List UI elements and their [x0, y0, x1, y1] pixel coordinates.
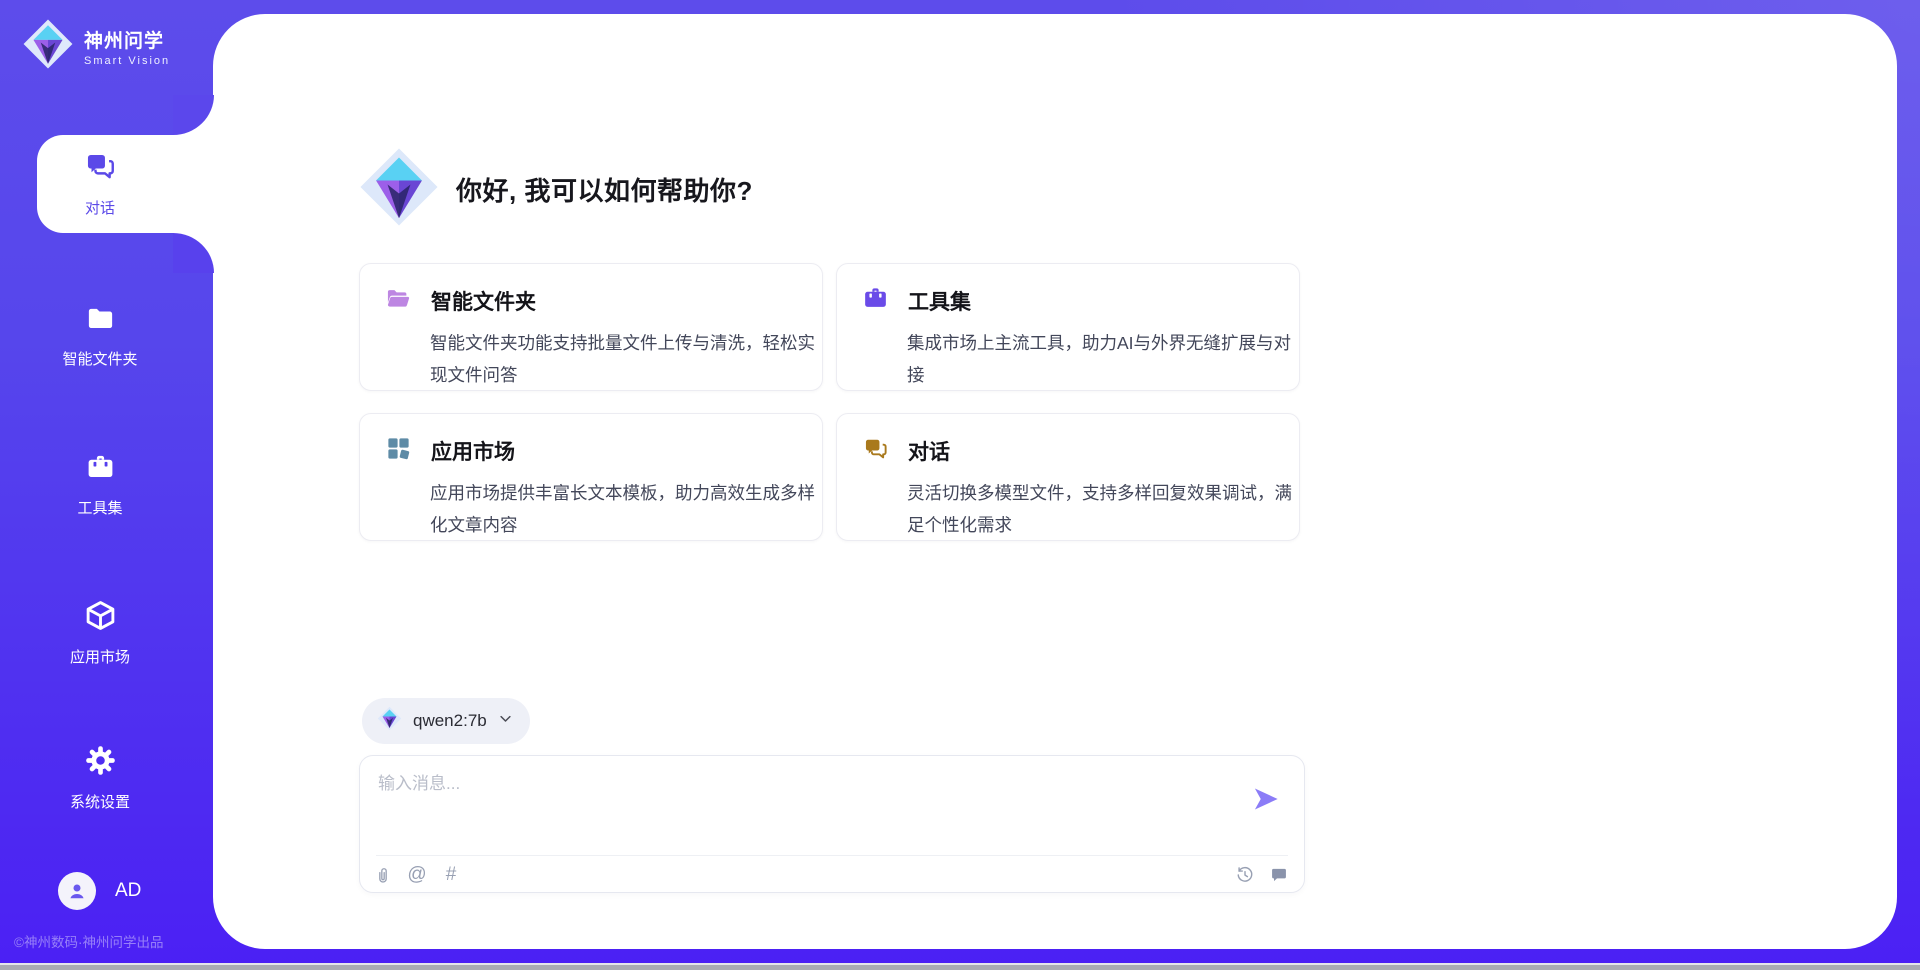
card-title: 对话	[908, 436, 950, 466]
brand: 神州问学 Smart Vision	[22, 18, 170, 75]
cube-icon	[84, 599, 117, 637]
at-icon[interactable]: @	[406, 864, 428, 886]
send-icon[interactable]	[1252, 785, 1280, 813]
card-app-market[interactable]: 应用市场 应用市场提供丰富长文本模板，助力高效生成多样化文章内容	[359, 413, 823, 541]
app-window: 神州问学 Smart Vision 对话 智能文件夹	[0, 0, 1920, 970]
sidebar-item-toolset[interactable]: 工具集	[38, 452, 162, 518]
card-description: 集成市场上主流工具，助力AI与外界无缝扩展与对接	[907, 327, 1303, 392]
brand-diamond-icon	[22, 18, 74, 75]
composer-toolbar: @ #	[372, 856, 1290, 893]
window-bottom-edge	[0, 963, 1920, 970]
sidebar-item-app-market[interactable]: 应用市场	[38, 599, 162, 667]
message-composer: @ #	[359, 755, 1305, 893]
model-name: qwen2:7b	[413, 711, 487, 731]
feature-cards: 智能文件夹 智能文件夹功能支持批量文件上传与清洗，轻松实现文件问答	[359, 263, 1300, 541]
sidebar-item-label: 应用市场	[70, 646, 130, 667]
chat-bubbles-icon	[83, 149, 117, 188]
sidebar-item-label: 对话	[85, 197, 115, 218]
sidebar-item-settings[interactable]: 系统设置	[38, 744, 162, 812]
hash-icon[interactable]: #	[440, 864, 462, 886]
card-chat[interactable]: 对话 灵活切换多模型文件，支持多样回复效果调试，满足个性化需求	[836, 413, 1300, 541]
history-icon[interactable]	[1234, 864, 1256, 886]
sidebar-item-smart-folder[interactable]: 智能文件夹	[38, 303, 162, 369]
user-avatar-icon	[58, 872, 96, 910]
paperclip-icon[interactable]	[372, 864, 394, 886]
folder-open-icon	[385, 285, 412, 317]
chevron-down-icon	[498, 711, 513, 731]
brand-subtitle: Smart Vision	[84, 55, 170, 67]
sidebar-item-label: 系统设置	[70, 791, 130, 812]
tab-fillet-top	[173, 95, 214, 135]
toolbox-icon	[85, 452, 116, 488]
card-title: 应用市场	[431, 436, 515, 466]
folder-icon	[85, 303, 116, 339]
card-description: 智能文件夹功能支持批量文件上传与清洗，轻松实现文件问答	[430, 327, 826, 392]
card-toolset[interactable]: 工具集 集成市场上主流工具，助力AI与外界无缝扩展与对接	[836, 263, 1300, 391]
greeting: 你好, 我可以如何帮助你?	[358, 146, 753, 233]
card-title: 智能文件夹	[431, 286, 536, 316]
brand-diamond-icon	[358, 146, 440, 233]
app-grid-icon	[385, 435, 412, 467]
sidebar-item-label: 工具集	[77, 497, 122, 518]
card-description: 应用市场提供丰富长文本模板，助力高效生成多样化文章内容	[430, 477, 826, 542]
tab-fillet-bottom	[173, 233, 214, 273]
user-name: AD	[115, 880, 141, 902]
comment-icon[interactable]	[1268, 864, 1290, 886]
model-diamond-icon	[377, 706, 402, 736]
greeting-title: 你好, 我可以如何帮助你?	[456, 171, 753, 208]
sidebar-item-label: 智能文件夹	[62, 348, 137, 369]
message-input[interactable]	[378, 769, 1238, 845]
chat-bubbles-icon	[862, 435, 889, 467]
copyright-text: ©神州数码·神州问学出品	[14, 931, 163, 951]
gear-icon	[84, 744, 117, 782]
brand-name: 神州问学	[84, 26, 170, 53]
card-title: 工具集	[908, 286, 971, 316]
user-profile[interactable]: AD	[58, 872, 141, 910]
toolbox-icon	[862, 285, 889, 317]
card-smart-folder[interactable]: 智能文件夹 智能文件夹功能支持批量文件上传与清洗，轻松实现文件问答	[359, 263, 823, 391]
sidebar-item-chat[interactable]: 对话	[38, 149, 162, 218]
card-description: 灵活切换多模型文件，支持多样回复效果调试，满足个性化需求	[907, 477, 1303, 542]
model-selector[interactable]: qwen2:7b	[362, 698, 530, 744]
